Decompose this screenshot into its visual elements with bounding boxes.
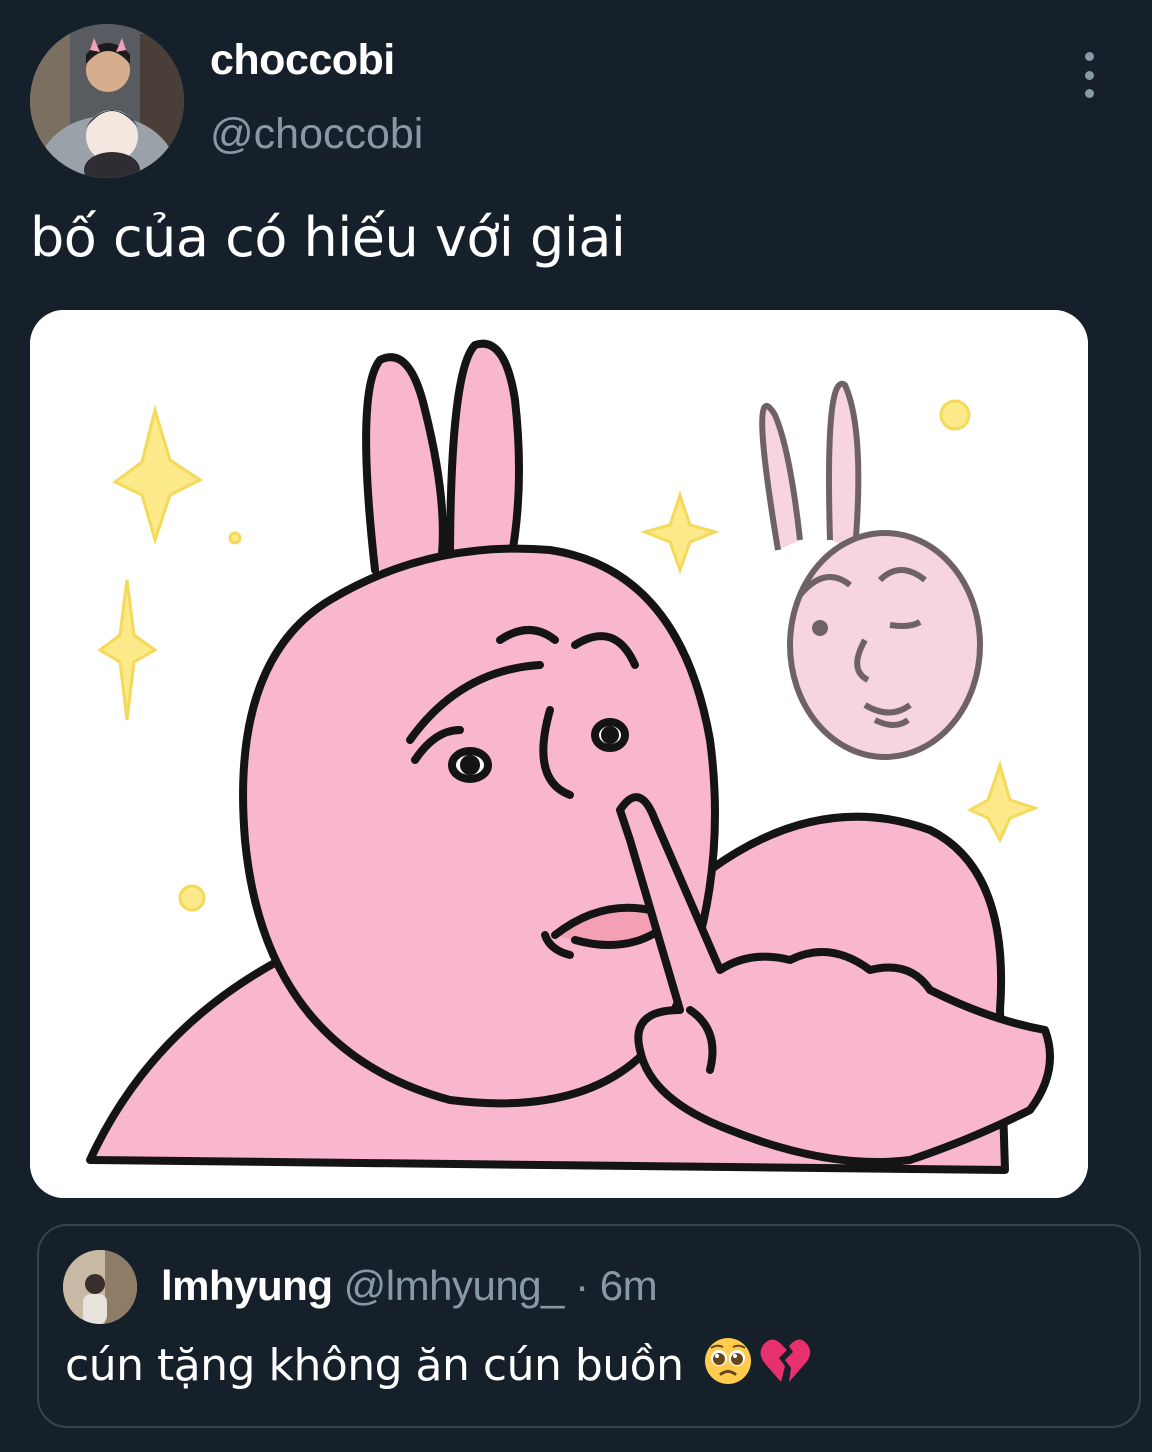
author-handle[interactable]: @choccobi [210, 110, 423, 159]
more-vertical-icon-dot [1084, 89, 1094, 98]
profile-photo-icon [30, 24, 184, 178]
profile-photo-icon [63, 1250, 137, 1324]
author-display-name[interactable]: choccobi [210, 36, 395, 85]
more-vertical-icon [1084, 52, 1094, 61]
more-vertical-icon-dot [1084, 70, 1094, 80]
quoted-author-avatar[interactable] [63, 1250, 137, 1324]
tweet-media-image[interactable] [30, 310, 1088, 1198]
quoted-tweet-time[interactable]: 6m [600, 1262, 658, 1309]
quoted-author-name[interactable]: lmhyung [161, 1262, 333, 1309]
separator-dot: · [575, 1262, 589, 1309]
author-avatar[interactable] [30, 24, 184, 178]
quoted-tweet-header: lmhyung @lmhyung_ · 6m [161, 1262, 658, 1310]
quoted-tweet-text-line: cún tặng không ăn cún buồn [65, 1336, 811, 1397]
tweet-text: bố của có hiếu với giai [30, 206, 626, 269]
broken-heart-icon [759, 1336, 811, 1397]
quoted-author-handle[interactable]: @lmhyung_ [344, 1262, 565, 1309]
pink-rabbit-sticker-icon [30, 310, 1088, 1198]
quoted-tweet-text: cún tặng không ăn cún buồn [65, 1340, 684, 1391]
more-options-button[interactable] [1072, 52, 1106, 98]
quoted-tweet[interactable]: lmhyung @lmhyung_ · 6m cún tặng không ăn… [37, 1224, 1141, 1428]
pleading-face-icon [703, 1336, 753, 1397]
